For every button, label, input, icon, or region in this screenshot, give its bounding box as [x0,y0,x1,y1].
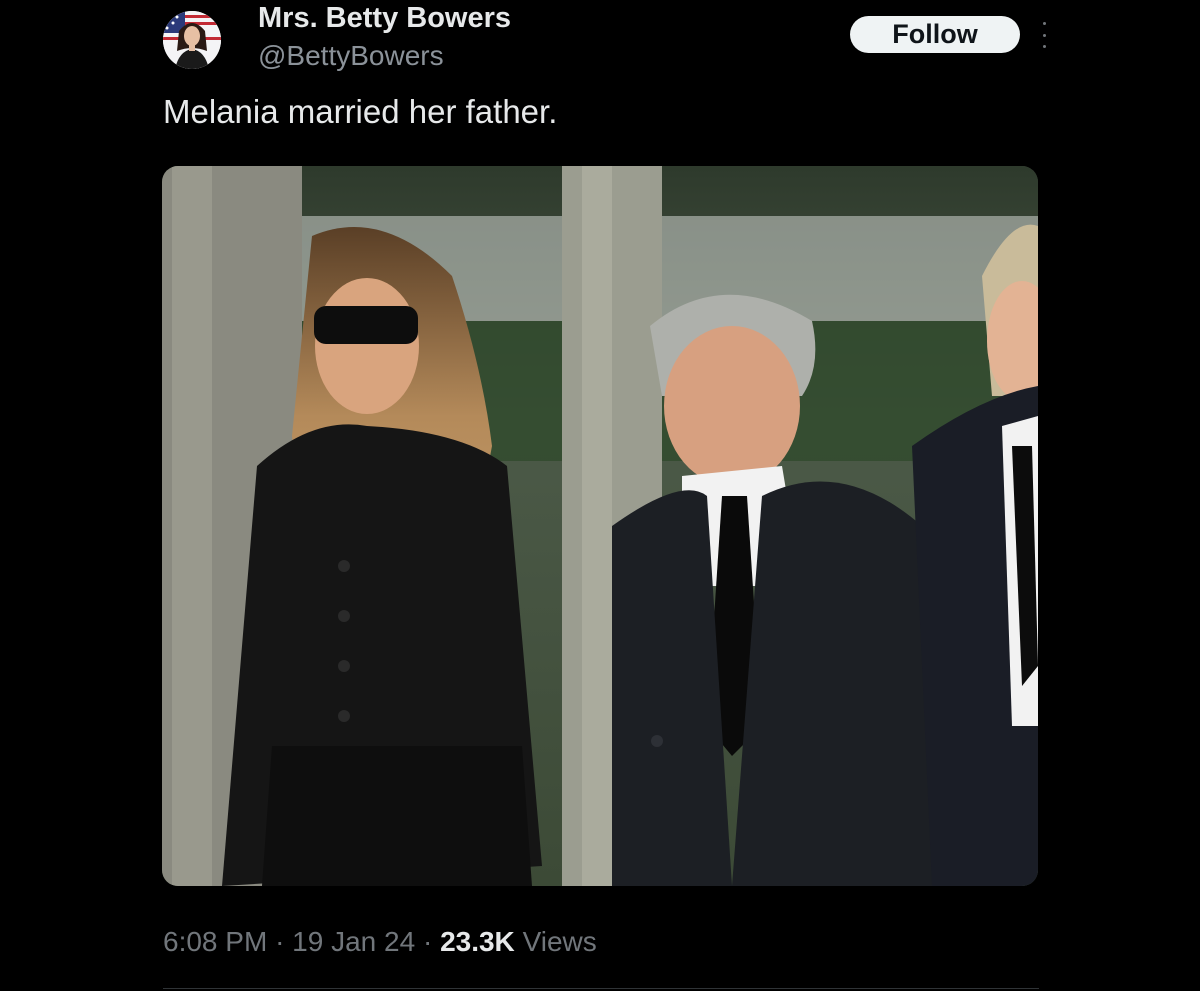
author-avatar[interactable] [163,11,221,69]
more-dot [1042,45,1046,48]
divider [163,988,1039,989]
tweet-photo[interactable] [162,166,1038,886]
meta-separator: · [422,926,433,957]
tweet-date[interactable]: 19 Jan 24 [292,926,415,957]
views-count: 23.3K [440,926,515,957]
more-dot [1042,22,1046,25]
author-handle[interactable]: @BettyBowers [258,40,444,72]
more-vertical-icon[interactable] [1036,22,1052,48]
more-dot [1042,33,1046,37]
meta-separator: · [275,926,285,957]
profile-avatar-icon [163,11,221,69]
tweet-time[interactable]: 6:08 PM [163,926,267,957]
tweet-text: Melania married her father. [163,93,558,130]
views-label: Views [522,926,597,957]
photo-image [162,166,1038,886]
tweet-meta: 6:08 PM · 19 Jan 24 · 23.3K Views [163,926,597,958]
author-display-name[interactable]: Mrs. Betty Bowers [258,2,511,35]
tweet: Mrs. Betty Bowers @BettyBowers Follow Me… [0,0,1200,991]
follow-button[interactable]: Follow [850,16,1020,53]
